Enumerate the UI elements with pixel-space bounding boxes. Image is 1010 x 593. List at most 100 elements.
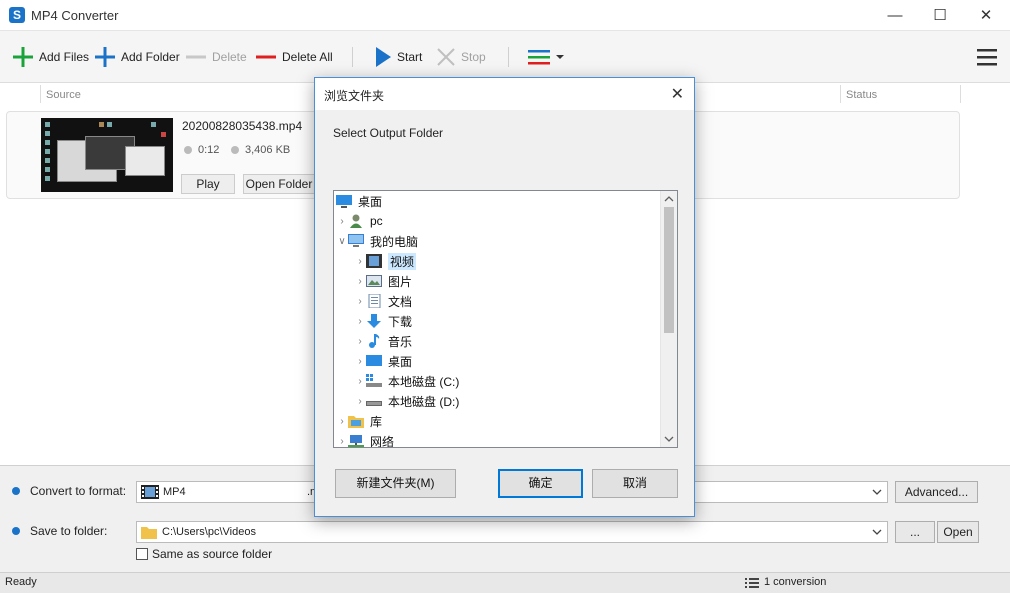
output-folder-select[interactable]: C:\Users\pc\Videos bbox=[136, 521, 888, 543]
chevron-right-icon[interactable]: › bbox=[354, 356, 366, 367]
cancel-button[interactable]: 取消 bbox=[592, 469, 678, 498]
open-output-folder-button[interactable]: Open bbox=[937, 521, 979, 543]
video-thumbnail bbox=[41, 118, 173, 192]
add-folder-button[interactable]: Add Folder bbox=[94, 45, 180, 69]
stop-button[interactable]: Stop bbox=[436, 45, 486, 69]
tree-item-desktop-folder[interactable]: › 桌面 bbox=[354, 351, 677, 371]
library-folder-icon bbox=[348, 416, 364, 428]
tree-item-this-pc[interactable]: ∨ 我的电脑 bbox=[336, 231, 662, 251]
desktop-icon bbox=[366, 355, 382, 366]
status-column-header[interactable]: Status bbox=[846, 89, 877, 101]
hamburger-icon bbox=[977, 49, 997, 66]
chevron-right-icon[interactable]: › bbox=[336, 416, 348, 427]
scroll-up-icon[interactable] bbox=[664, 195, 674, 203]
tree-item-pictures[interactable]: › 图片 bbox=[354, 271, 677, 291]
network-icon bbox=[348, 435, 364, 447]
color-lines-menu-icon bbox=[528, 50, 564, 65]
new-folder-button[interactable]: 新建文件夹(M) bbox=[335, 469, 456, 498]
toolbar-divider bbox=[508, 47, 509, 67]
chevron-down-icon[interactable]: ∨ bbox=[336, 236, 348, 247]
size-info: 3,406 KB bbox=[231, 144, 290, 156]
size-value: 3,406 KB bbox=[245, 144, 291, 156]
tree-item-music[interactable]: › 音乐 bbox=[354, 331, 677, 351]
computer-icon bbox=[348, 234, 364, 247]
folder-icon bbox=[141, 527, 157, 539]
scroll-down-icon[interactable] bbox=[664, 435, 674, 443]
stop-label: Stop bbox=[461, 50, 486, 64]
dialog-title-bar: 浏览文件夹 ✕ bbox=[315, 78, 694, 110]
system-drive-icon bbox=[366, 374, 382, 387]
chevron-right-icon[interactable]: › bbox=[336, 436, 348, 447]
chevron-right-icon[interactable]: › bbox=[354, 336, 366, 347]
bullet-icon bbox=[12, 487, 20, 495]
list-icon bbox=[745, 578, 759, 588]
music-icon bbox=[369, 334, 380, 348]
column-divider bbox=[960, 85, 961, 103]
main-menu-button[interactable] bbox=[976, 45, 1003, 69]
advanced-button[interactable]: Advanced... bbox=[895, 481, 978, 503]
tree-item-documents[interactable]: › 文档 bbox=[354, 291, 677, 311]
tree-label: pc bbox=[370, 214, 383, 228]
add-files-label: Add Files bbox=[39, 50, 90, 64]
tree-label: 桌面 bbox=[388, 354, 413, 369]
same-as-source-label: Same as source folder bbox=[152, 547, 273, 561]
tree-item-drive-c[interactable]: › 本地磁盘 (C:) bbox=[354, 371, 677, 391]
chevron-right-icon[interactable]: › bbox=[354, 376, 366, 387]
window-title: MP4 Converter bbox=[31, 8, 119, 23]
folder-tree[interactable]: 桌面 › pc ∨ 我的电脑 › 视频 › 图片 › 文档 › 下载 › 音乐 … bbox=[333, 190, 678, 448]
minus-icon bbox=[186, 55, 206, 59]
status-text: Ready bbox=[5, 576, 37, 588]
chevron-right-icon[interactable]: › bbox=[354, 256, 366, 267]
stop-icon bbox=[437, 48, 455, 66]
status-bar: Ready 1 conversion bbox=[0, 572, 1010, 593]
tree-label: 文档 bbox=[388, 294, 413, 309]
tree-item-videos[interactable]: › 视频 bbox=[354, 251, 677, 271]
drive-icon bbox=[366, 401, 382, 406]
folder-label-row: Save to folder: bbox=[12, 524, 107, 538]
delete-button[interactable]: Delete bbox=[185, 45, 247, 69]
chevron-right-icon[interactable]: › bbox=[354, 396, 366, 407]
play-button[interactable]: Play bbox=[181, 174, 235, 194]
tree-scrollbar[interactable] bbox=[660, 191, 677, 447]
ok-button[interactable]: 确定 bbox=[498, 469, 583, 498]
add-folder-label: Add Folder bbox=[121, 50, 180, 64]
chevron-right-icon[interactable]: › bbox=[336, 216, 348, 227]
add-files-button[interactable]: Add Files bbox=[12, 45, 89, 69]
source-column-header[interactable]: Source bbox=[46, 89, 81, 101]
tree-item-drive-d[interactable]: › 本地磁盘 (D:) bbox=[354, 391, 677, 411]
tree-item-desktop[interactable]: 桌面 bbox=[336, 191, 662, 211]
chevron-right-icon[interactable]: › bbox=[354, 276, 366, 287]
tree-item-user[interactable]: › pc bbox=[336, 211, 662, 231]
delete-all-button[interactable]: Delete All bbox=[255, 45, 333, 69]
chevron-right-icon[interactable]: › bbox=[354, 296, 366, 307]
video-folder-icon bbox=[366, 254, 382, 268]
start-label: Start bbox=[397, 50, 423, 64]
format-label: Convert to format: bbox=[30, 484, 127, 498]
open-folder-button[interactable]: Open Folder bbox=[243, 174, 315, 194]
tree-item-libraries[interactable]: › 库 bbox=[336, 411, 662, 431]
scrollbar-thumb[interactable] bbox=[664, 207, 674, 333]
same-as-source-checkbox[interactable] bbox=[136, 548, 148, 560]
chevron-right-icon[interactable]: › bbox=[354, 316, 366, 327]
close-window-button[interactable]: ✕ bbox=[963, 0, 1009, 31]
tree-item-downloads[interactable]: › 下载 bbox=[354, 311, 677, 331]
same-as-source-row[interactable]: Same as source folder bbox=[136, 547, 272, 561]
dialog-close-button[interactable]: ✕ bbox=[671, 84, 684, 104]
column-divider bbox=[840, 85, 841, 103]
play-icon bbox=[376, 47, 391, 67]
browse-button[interactable]: ... bbox=[895, 521, 935, 543]
chevron-down-icon bbox=[872, 529, 882, 535]
start-button[interactable]: Start bbox=[374, 45, 422, 69]
tree-item-network[interactable]: › 网络 bbox=[336, 431, 662, 447]
minimize-button[interactable]: — bbox=[872, 0, 918, 31]
app-logo-icon bbox=[9, 7, 25, 23]
tree-label: 本地磁盘 (C:) bbox=[388, 374, 460, 389]
tree-label: 桌面 bbox=[358, 194, 383, 209]
delete-label: Delete bbox=[212, 50, 247, 64]
tree-label: 下载 bbox=[388, 314, 413, 329]
download-icon bbox=[367, 314, 381, 328]
view-options-button[interactable] bbox=[528, 45, 573, 69]
maximize-button[interactable]: ☐ bbox=[917, 0, 963, 31]
toolbar: Add Files Add Folder Delete Delete All S… bbox=[0, 31, 1010, 83]
format-value: MP4 bbox=[163, 486, 186, 498]
